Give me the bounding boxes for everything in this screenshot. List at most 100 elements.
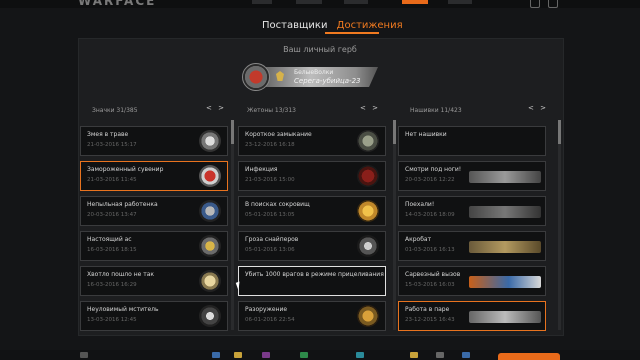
token-date: 06-01-2016 22:54 [245, 317, 295, 323]
scroll-thumb[interactable] [231, 120, 234, 144]
token-card[interactable]: В поисках сокровищ 05-01-2016 13:05 [238, 196, 386, 226]
badge-card[interactable]: Змея в траве 21-03-2016 15:17 [80, 126, 228, 156]
top-nav-item-active[interactable] [402, 0, 428, 4]
badge-name: Непыльная работенка [87, 201, 158, 208]
stripes-scrollbar[interactable] [558, 120, 561, 330]
token-name: Инфекция [245, 166, 278, 173]
personal-crest[interactable]: БелыеВолки Серега-убийца-23 [242, 63, 378, 91]
badge-name: Замороженный сувенир [87, 166, 164, 173]
snake-badge-icon [199, 130, 221, 152]
badge-card[interactable]: Неуловимый мститель 13-03-2016 12:45 [80, 301, 228, 331]
clan-name: БелыеВолки [294, 69, 334, 76]
token-date: 05-01-2016 13:05 [245, 212, 295, 218]
badge-card[interactable]: Хвотло пошло не так 16-03-2016 16:29 [80, 266, 228, 296]
bottom-bar-icon[interactable] [462, 352, 470, 358]
stripes-header: Нашивки 11/423 [410, 107, 462, 114]
stripe-name: Акробат [405, 236, 432, 243]
sniper-token-icon [357, 235, 379, 257]
badge-name: Настоящий ас [87, 236, 132, 243]
bottom-bar-icon[interactable] [436, 352, 444, 358]
badge-date: 21-03-2016 11:45 [87, 177, 137, 183]
scroll-thumb[interactable] [393, 120, 396, 144]
skull-badge-icon [199, 270, 221, 292]
badge-date: 21-03-2016 15:17 [87, 142, 137, 148]
tab-suppliers[interactable]: Поставщики [262, 20, 327, 31]
treasure-token-icon [357, 200, 379, 222]
watch-your-step-stripe-icon [469, 171, 541, 183]
crest-emblem-icon [242, 63, 270, 91]
teamwork-stripe-icon [469, 311, 541, 323]
badge-card-selected[interactable]: Замороженный сувенир 21-03-2016 11:45 [80, 161, 228, 191]
token-card[interactable]: Короткое замыкание 23-12-2016 16:18 [238, 126, 386, 156]
stripe-card[interactable]: Сарвезный вызов 15-03-2016 16:03 [398, 266, 546, 296]
token-card-hover[interactable]: Убить 1000 врагов в режиме прицеливания [238, 266, 386, 296]
tab-active-indicator [325, 32, 379, 34]
badge-date: 20-03-2016 13:47 [87, 212, 137, 218]
token-card[interactable]: Разоружение 06-01-2016 22:54 [238, 301, 386, 331]
bottom-bar-icon[interactable] [410, 352, 418, 358]
badge-name: Неуловимый мститель [87, 306, 159, 313]
stripe-name: Работа в паре [405, 306, 450, 313]
tokens-header: Жетоны 13/313 [247, 107, 296, 114]
badges-header: Значки 31/385 [92, 107, 138, 114]
token-card[interactable]: Инфекция 21-03-2016 15:00 [238, 161, 386, 191]
badge-name: Змея в траве [87, 131, 129, 138]
stripe-card-selected[interactable]: Работа в паре 23-12-2015 16:43 [398, 301, 546, 331]
badge-date: 16-03-2016 16:29 [87, 282, 137, 288]
stripe-date: 14-03-2016 18:09 [405, 212, 455, 218]
token-name: Короткое замыкание [245, 131, 312, 138]
badge-date: 16-03-2016 18:15 [87, 247, 137, 253]
stripe-date: 23-12-2015 16:43 [405, 317, 455, 323]
top-nav-item[interactable] [448, 0, 472, 4]
acrobat-stripe-icon [469, 241, 541, 253]
tab-achievements[interactable]: Достижения [337, 20, 403, 31]
top-nav-item[interactable] [296, 0, 322, 4]
badge-name: Хвотло пошло не так [87, 271, 155, 278]
tokens-scrollbar[interactable] [393, 120, 396, 330]
ace-badge-icon [199, 235, 221, 257]
menu-icon[interactable] [548, 0, 558, 8]
token-name: В поисках сокровищ [245, 201, 310, 208]
bottom-action-button[interactable] [498, 353, 560, 360]
stripe-name: Сарвезный вызов [405, 271, 461, 278]
player-name: Серега-убийца-23 [294, 77, 361, 85]
token-name: Разоружение [245, 306, 288, 313]
settings-icon[interactable] [530, 0, 540, 8]
token-name: Убить 1000 врагов в режиме прицеливания [245, 271, 384, 278]
bottom-bar-icon[interactable] [212, 352, 220, 358]
stripes-page-arrows[interactable]: < > [528, 104, 548, 112]
stripe-card[interactable]: Поехали! 14-03-2016 18:09 [398, 196, 546, 226]
top-nav-item[interactable] [344, 0, 368, 4]
bottom-bar-icon[interactable] [234, 352, 242, 358]
frozen-souvenir-icon [199, 165, 221, 187]
token-card[interactable]: Гроза снайперов 05-01-2016 13:06 [238, 231, 386, 261]
stripe-date: 01-03-2016 16:13 [405, 247, 455, 253]
token-date: 23-12-2016 16:18 [245, 142, 295, 148]
badges-scrollbar[interactable] [231, 120, 234, 330]
stripe-date: 15-03-2016 16:03 [405, 282, 455, 288]
bottom-bar-icon[interactable] [80, 352, 88, 358]
stripe-card[interactable]: Акробат 01-03-2016 16:13 [398, 231, 546, 261]
token-date: 21-03-2016 15:00 [245, 177, 295, 183]
scroll-thumb[interactable] [558, 120, 561, 144]
badge-card[interactable]: Непыльная работенка 20-03-2016 13:47 [80, 196, 228, 226]
short-circuit-token-icon [357, 130, 379, 152]
stripe-card[interactable]: Смотри под ноги! 20-03-2016 12:22 [398, 161, 546, 191]
eagle-badge-icon [199, 200, 221, 222]
bottom-bar-icon[interactable] [300, 352, 308, 358]
stripe-name: Нет нашивки [405, 131, 447, 138]
bottom-bar-icon[interactable] [262, 352, 270, 358]
tokens-page-arrows[interactable]: < > [360, 104, 380, 112]
tab-bar: Поставщики Достижения [262, 20, 409, 31]
badges-page-arrows[interactable]: < > [206, 104, 226, 112]
badge-card[interactable]: Настоящий ас 16-03-2016 18:15 [80, 231, 228, 261]
crest-title: Ваш личный герб [283, 45, 357, 54]
paw-badge-icon [199, 305, 221, 327]
stripe-card[interactable]: Нет нашивки [398, 126, 546, 156]
stripe-name: Поехали! [405, 201, 435, 208]
top-nav-item[interactable] [252, 0, 272, 4]
token-date: 05-01-2016 13:06 [245, 247, 295, 253]
token-name: Гроза снайперов [245, 236, 299, 243]
lets-go-stripe-icon [469, 206, 541, 218]
bottom-bar-icon[interactable] [356, 352, 364, 358]
